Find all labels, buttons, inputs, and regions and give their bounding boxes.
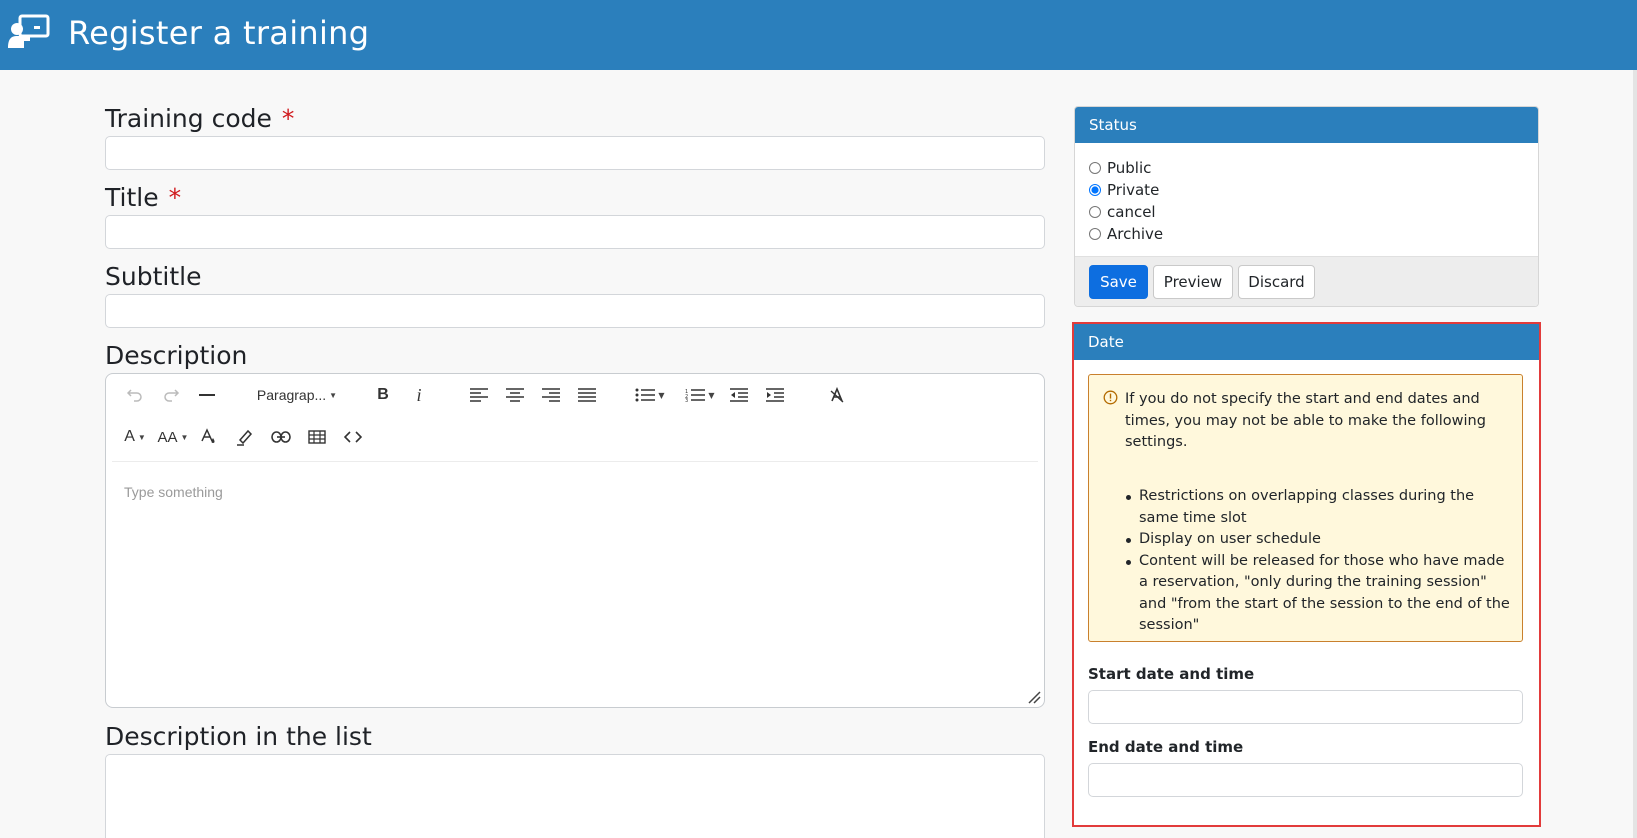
description-label: Description	[105, 341, 248, 370]
font-size-icon[interactable]: AA ▼	[156, 424, 190, 450]
subtitle-input[interactable]	[105, 294, 1045, 328]
list-item: Restrictions on overlapping classes duri…	[1126, 486, 1515, 529]
end-date-label: End date and time	[1088, 738, 1244, 756]
italic-icon[interactable]: i	[406, 382, 432, 408]
date-card: Date If you do not specify the start and…	[1074, 324, 1539, 825]
align-center-icon[interactable]	[502, 382, 528, 408]
undo-icon[interactable]	[122, 382, 148, 408]
font-family-icon[interactable]: A ▼	[120, 424, 150, 450]
status-option-cancel[interactable]: cancel	[1089, 201, 1163, 223]
date-warning-list: Restrictions on overlapping classes duri…	[1126, 486, 1515, 637]
status-option-archive[interactable]: Archive	[1089, 223, 1163, 245]
end-date-input[interactable]	[1088, 763, 1523, 797]
presentation-icon	[8, 14, 50, 48]
date-warning-alert: If you do not specify the start and end …	[1088, 374, 1523, 642]
numbered-list-icon[interactable]: 1 2 3 ▼	[680, 382, 720, 408]
paragraph-format-label: Paragrap...	[256, 387, 327, 403]
outdent-icon[interactable]	[726, 382, 752, 408]
title-input[interactable]	[105, 215, 1045, 249]
redo-icon[interactable]	[158, 382, 184, 408]
chevron-down-icon: ▼	[137, 432, 146, 442]
chevron-down-icon: ▼	[329, 390, 338, 400]
description-list-input[interactable]	[105, 754, 1045, 838]
editor-placeholder[interactable]: Type something	[124, 484, 223, 500]
status-card-title: Status	[1075, 107, 1538, 143]
description-list-label: Description in the list	[105, 722, 372, 751]
training-code-label-text: Training code	[105, 104, 272, 133]
start-date-input[interactable]	[1088, 690, 1523, 724]
required-mark: *	[281, 104, 295, 133]
chevron-down-icon: ▼	[658, 390, 665, 400]
clear-format-icon[interactable]	[824, 382, 850, 408]
discard-button[interactable]: Discard	[1238, 265, 1315, 299]
paragraph-format-dropdown[interactable]: Paragrap... ▼	[256, 382, 338, 408]
svg-text:3: 3	[685, 398, 688, 402]
page-header: Register a training	[0, 0, 1637, 70]
start-date-label: Start date and time	[1088, 665, 1255, 683]
status-option-public[interactable]: Public	[1089, 157, 1163, 179]
title-label: Title *	[105, 183, 181, 212]
status-option-label: cancel	[1107, 203, 1156, 221]
bullet-list-icon[interactable]: ▼	[630, 382, 670, 408]
warning-icon	[1103, 390, 1118, 405]
editor-toolbar-row-2: A ▼ AA ▼	[106, 416, 1044, 456]
font-color-icon[interactable]	[196, 424, 222, 450]
align-justify-icon[interactable]	[574, 382, 600, 408]
training-code-label: Training code *	[105, 104, 294, 133]
status-option-label: Private	[1107, 181, 1160, 199]
align-left-icon[interactable]	[466, 382, 492, 408]
status-radio-cancel[interactable]	[1089, 206, 1101, 218]
training-code-input[interactable]	[105, 136, 1045, 170]
editor-toolbar-row-1: Paragrap... ▼ B i ▼ 1 2 3 ▼	[106, 374, 1044, 414]
title-label-text: Title	[105, 183, 159, 212]
status-radio-archive[interactable]	[1089, 228, 1101, 240]
editor-divider	[112, 461, 1038, 462]
save-button[interactable]: Save	[1089, 265, 1148, 299]
rich-text-editor: Paragrap... ▼ B i ▼ 1 2 3 ▼ A ▼ AA ▼ Typ…	[105, 373, 1045, 708]
status-option-label: Archive	[1107, 225, 1164, 243]
status-option-label: Public	[1107, 159, 1152, 177]
list-item: Display on user schedule	[1126, 529, 1515, 551]
resize-handle-icon[interactable]	[1027, 690, 1041, 704]
status-option-private[interactable]: Private	[1089, 179, 1163, 201]
chevron-down-icon: ▼	[180, 432, 189, 442]
date-card-title: Date	[1074, 324, 1539, 360]
status-card: Status Public Private cancel Archive Sav…	[1074, 106, 1539, 307]
subtitle-label: Subtitle	[105, 262, 202, 291]
highlight-icon[interactable]	[232, 424, 258, 450]
chevron-down-icon: ▼	[708, 390, 715, 400]
date-warning-text: If you do not specify the start and end …	[1125, 391, 1486, 450]
status-radio-group: Public Private cancel Archive	[1089, 157, 1163, 245]
status-radio-public[interactable]	[1089, 162, 1101, 174]
table-icon[interactable]	[304, 424, 330, 450]
page-title: Register a training	[68, 14, 370, 52]
horizontal-rule-icon[interactable]	[194, 382, 220, 408]
link-icon[interactable]	[268, 424, 294, 450]
font-family-label: A	[124, 428, 135, 445]
align-right-icon[interactable]	[538, 382, 564, 408]
preview-button[interactable]: Preview	[1153, 265, 1233, 299]
list-item: Content will be released for those who h…	[1126, 551, 1515, 637]
required-mark: *	[168, 183, 182, 212]
indent-icon[interactable]	[762, 382, 788, 408]
status-card-actions: Save Preview Discard	[1075, 256, 1538, 306]
bold-icon[interactable]: B	[370, 382, 396, 408]
status-radio-private[interactable]	[1089, 184, 1101, 196]
font-size-label: AA	[157, 428, 178, 446]
code-icon[interactable]	[340, 424, 366, 450]
scrollbar-track	[1633, 70, 1637, 838]
